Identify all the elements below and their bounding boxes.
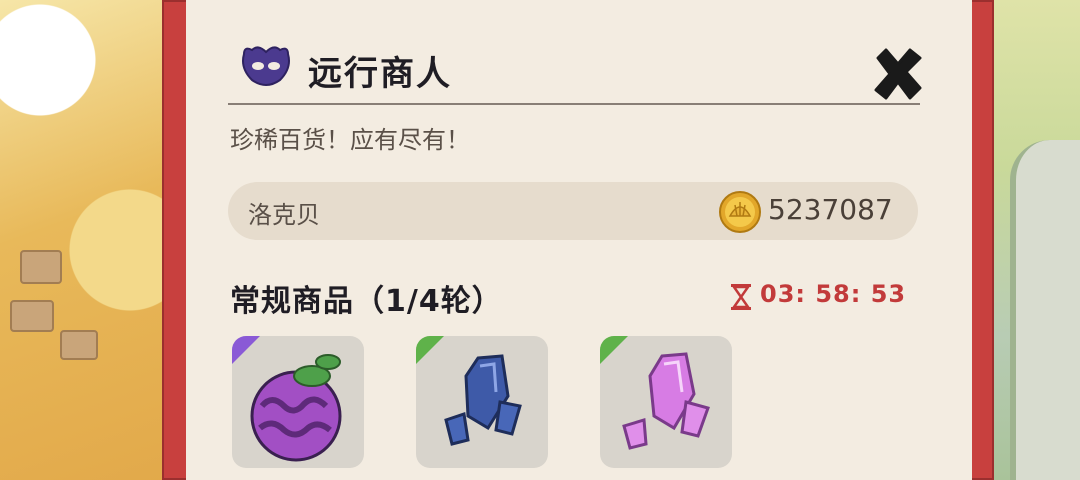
gold-shell-coin-icon bbox=[719, 191, 761, 233]
currency-amount: 5237087 bbox=[768, 193, 893, 226]
map-house bbox=[60, 330, 98, 360]
purple-fruit-icon bbox=[250, 354, 342, 462]
shop-item-pink-crystal[interactable] bbox=[600, 336, 732, 468]
shop-item-purple-swirl-fruit[interactable] bbox=[232, 336, 364, 468]
currency-name: 洛克贝 bbox=[248, 201, 320, 229]
refresh-timer: 03: 58: 53 bbox=[760, 280, 907, 308]
map-house bbox=[20, 250, 62, 284]
shop-subtitle: 珍稀百货！应有尽有！ bbox=[230, 126, 470, 154]
map-house bbox=[10, 300, 54, 332]
merchant-mask-icon bbox=[242, 46, 290, 86]
map-road bbox=[1010, 140, 1080, 480]
section-title: 常规商品（1/4轮） bbox=[230, 284, 503, 319]
header-divider bbox=[228, 103, 920, 105]
shop-item-blue-crystal[interactable] bbox=[416, 336, 548, 468]
map-background-right bbox=[980, 0, 1080, 480]
blue-crystal-icon bbox=[444, 354, 522, 446]
hourglass-icon bbox=[731, 284, 751, 310]
pink-crystal-icon bbox=[622, 352, 710, 450]
map-background-left bbox=[0, 0, 180, 480]
close-icon[interactable] bbox=[868, 44, 928, 104]
dialog-title: 远行商人 bbox=[308, 54, 452, 94]
